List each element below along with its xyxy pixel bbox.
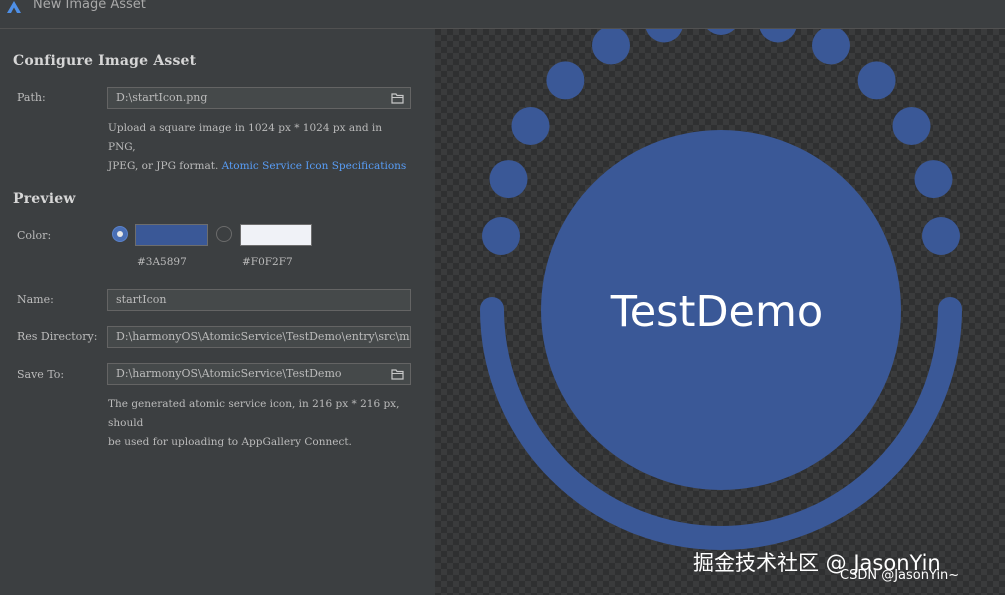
color-hex-blue: #3A5897 — [137, 256, 187, 268]
color-swatch-white[interactable] — [240, 224, 312, 246]
icon-dot — [546, 61, 585, 100]
folder-icon[interactable] — [391, 92, 404, 104]
save-help-line2: be used for uploading to AppGallery Conn… — [108, 436, 352, 448]
preview-heading: Preview — [13, 191, 76, 207]
path-help: Upload a square image in 1024 px * 1024 … — [108, 119, 408, 176]
app-logo-icon — [7, 1, 21, 13]
icon-dot — [914, 160, 953, 199]
path-field[interactable]: D:\startIcon.png — [107, 87, 411, 109]
color-radio-blue[interactable] — [112, 226, 128, 242]
save-help-line1: The generated atomic service icon, in 21… — [108, 398, 400, 429]
icon-dot — [812, 29, 850, 65]
res-directory-value: D:\harmonyOS\AtomicService\TestDemo\entr… — [116, 330, 410, 343]
path-value: D:\startIcon.png — [116, 91, 208, 104]
icon-dot — [922, 217, 960, 255]
path-help-line2: JPEG, or JPG format. — [108, 160, 219, 172]
save-to-value: D:\harmonyOS\AtomicService\TestDemo — [116, 367, 342, 380]
icon-dot — [489, 160, 528, 199]
path-help-line1: Upload a square image in 1024 px * 1024 … — [108, 122, 383, 153]
save-help: The generated atomic service icon, in 21… — [108, 395, 408, 452]
name-field[interactable]: startIcon — [107, 289, 411, 311]
icon-dot — [759, 29, 797, 43]
name-label: Name: — [17, 293, 54, 306]
icon-preview-graphic: TestDemo — [480, 29, 962, 550]
folder-icon[interactable] — [391, 368, 404, 380]
title-bar: New Image Asset — [0, 0, 1005, 29]
icon-dot — [511, 107, 550, 145]
window-title: New Image Asset — [33, 0, 146, 12]
icon-preview-canvas: TestDemo — [435, 29, 1005, 595]
res-directory-field[interactable]: D:\harmonyOS\AtomicService\TestDemo\entr… — [107, 326, 411, 348]
save-to-label: Save To: — [17, 368, 65, 381]
icon-dot — [592, 29, 630, 65]
icon-dot — [892, 107, 931, 145]
path-label: Path: — [17, 91, 46, 104]
config-pane: Configure Image Asset Path: D:\startIcon… — [0, 29, 430, 595]
watermark-sub: CSDN @JasonYin~ — [840, 568, 960, 583]
configure-heading: Configure Image Asset — [13, 53, 197, 69]
color-label: Color: — [17, 229, 52, 242]
color-radio-white[interactable] — [216, 226, 232, 242]
icon-dot — [645, 29, 683, 43]
res-directory-label: Res Directory: — [17, 330, 98, 343]
icon-text: TestDemo — [610, 287, 823, 337]
icon-dot — [707, 29, 735, 35]
icon-dot — [857, 61, 896, 100]
save-to-field[interactable]: D:\harmonyOS\AtomicService\TestDemo — [107, 363, 411, 385]
icon-dot — [482, 217, 520, 255]
spec-link[interactable]: Atomic Service Icon Specifications — [222, 160, 407, 172]
color-swatch-blue[interactable] — [135, 224, 208, 246]
name-value: startIcon — [116, 293, 167, 306]
color-hex-white: #F0F2F7 — [242, 256, 293, 268]
